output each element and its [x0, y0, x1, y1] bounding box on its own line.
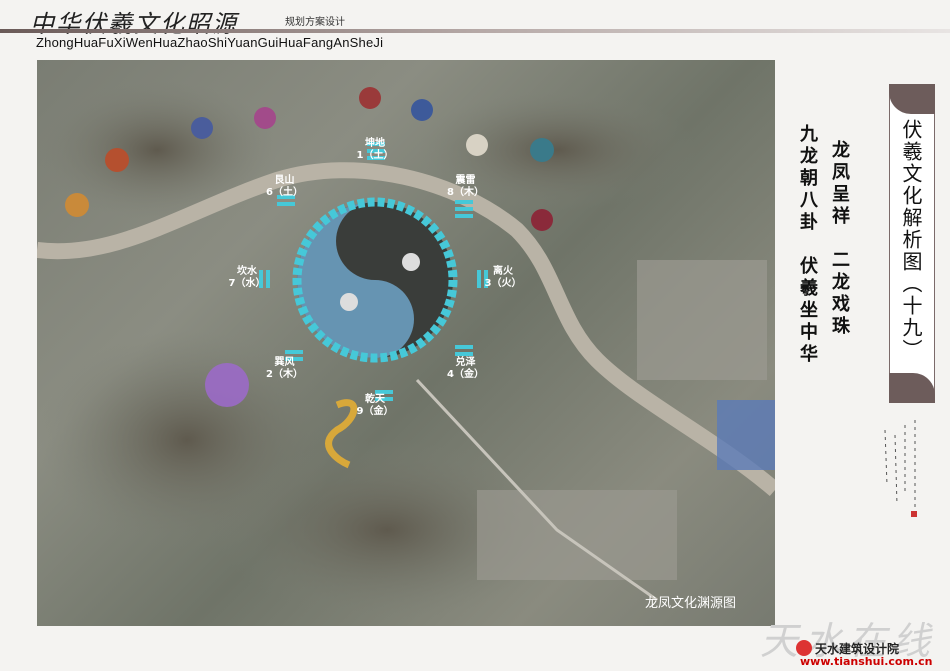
trigram-name: 坤地: [365, 138, 385, 149]
trigram-number: 1（土）: [356, 150, 394, 161]
dragon-icon: [530, 138, 554, 162]
trigram-mark: [455, 345, 473, 349]
satellite-map: 龙凤文化渊源图 坤地 1（土） 震雷 8（木） 离火 3（火） 兑泽 4（金） 乾天 9（金） 巽风…: [37, 60, 775, 626]
town-area: [637, 260, 767, 380]
trigram-name: 坎水: [237, 266, 257, 277]
dragon-icon: [531, 209, 553, 231]
trigram-mark: [455, 207, 473, 211]
calligraphy-title: 中华伏羲文化昭源: [30, 10, 238, 38]
trigram-number: 7（水）: [228, 278, 266, 289]
trigram-name: 艮山: [274, 175, 295, 187]
dragon-icon: [65, 193, 89, 217]
title-panel: 伏羲文化解析图（十九）: [889, 84, 935, 403]
map-label: 龙凤文化渊源图: [645, 596, 737, 611]
trigram-label: 艮山 6（土）: [258, 175, 310, 199]
trigram-name: 巽风: [274, 356, 295, 368]
trigram-number: 3（火）: [484, 278, 522, 289]
map-overlay: [37, 80, 775, 620]
org-logo-icon: [796, 640, 812, 656]
dragon-icon: [105, 148, 129, 172]
header-subtitle: 规划方案设计: [285, 17, 345, 28]
phoenix-icon: [205, 363, 249, 407]
trigram-name: 离火: [493, 266, 513, 277]
calligraphy-signature: [884, 420, 917, 517]
trigram-mark: [285, 350, 303, 354]
dragon-icon: [191, 117, 213, 139]
pinyin-title: ZhongHuaFuXiWenHuaZhaoShiYuanGuiHuaFangA…: [36, 35, 384, 50]
caption-line2: 九龙朝八卦 伏羲坐中华: [797, 124, 818, 366]
taiji-dot-light: [402, 253, 420, 271]
org-url: www.tianshui.com.cn: [800, 655, 933, 668]
trigram-mark: [455, 352, 473, 356]
industrial-area: [717, 400, 775, 470]
trigram-label: 兑泽 4（金）: [440, 357, 492, 381]
trigram-number: 8（木）: [447, 187, 484, 199]
trigram-label: 离火 3（火）: [477, 266, 529, 290]
trigram-label: 坤地 1（土）: [349, 138, 401, 162]
taiji-symbol: [292, 197, 458, 363]
panel-title: 伏羲文化解析图（十九）: [899, 119, 923, 361]
trigram-label: 乾天 9（金）: [349, 394, 401, 418]
trigram-mark: [277, 202, 295, 206]
header: 中华伏羲文化昭源 规划方案设计 ZhongHuaFuXiWenHuaZhaoSh…: [0, 0, 950, 52]
panel-cap-top: [889, 84, 935, 114]
trigram-number: 4（金）: [447, 368, 484, 380]
trigram-number: 6（土）: [266, 187, 303, 199]
dragon-icon: [466, 134, 488, 156]
trigram-number: 2（木）: [266, 368, 303, 380]
trigram-number: 9（金）: [356, 406, 394, 417]
taiji-dot-dark: [340, 293, 358, 311]
trigram-label: 巽风 2（木）: [258, 357, 310, 381]
dragon-icon: [411, 99, 433, 121]
trigram-name: 兑泽: [455, 356, 476, 368]
caption-line1: 龙凤呈祥 二龙戏珠: [829, 140, 850, 338]
trigram-mark: [455, 200, 473, 204]
trigram-mark: [455, 214, 473, 218]
panel-cap-bottom: [889, 373, 935, 403]
dragon-icon: [254, 107, 276, 129]
town-area: [477, 490, 677, 580]
dragon-icon: [359, 87, 381, 109]
header-bar: [0, 29, 950, 33]
trigram-name: 震雷: [455, 175, 476, 187]
trigram-label: 坎水 7（水）: [221, 266, 273, 290]
trigram-name: 乾天: [365, 394, 385, 405]
trigram-label: 震雷 8（木）: [440, 175, 492, 199]
